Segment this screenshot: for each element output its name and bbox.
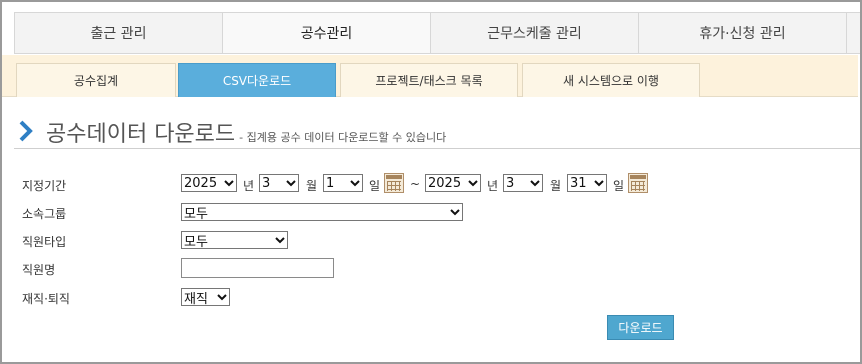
chevron-down-icon <box>275 237 285 244</box>
subtab-migrate[interactable]: 새 시스템으로 이행 <box>522 63 700 97</box>
month-unit: 월 <box>550 179 562 193</box>
tab-label: 공수관리 <box>300 26 353 42</box>
calendar-icon[interactable] <box>384 173 404 193</box>
download-button-label: 다운로드 <box>618 321 663 335</box>
subtab-label: CSV다운로드 <box>222 74 292 88</box>
chevron-down-icon <box>224 180 234 187</box>
tab-workload[interactable]: 공수관리 <box>222 13 430 53</box>
page-title: 공수데이터 다운로드 <box>46 122 236 147</box>
subtab-summary[interactable]: 공수집계 <box>16 63 176 97</box>
name-label: 직원명 <box>22 263 56 277</box>
tab-leave[interactable]: 휴가·신청 관리 <box>638 13 846 53</box>
day-unit: 일 <box>613 179 625 193</box>
calendar-icon[interactable] <box>628 173 648 193</box>
chevron-down-icon <box>217 294 227 301</box>
type-label: 직원타입 <box>22 235 67 249</box>
page-title-row: 공수데이터 다운로드 - 집계용 공수 데이터 다운로드할 수 있습니다 <box>18 116 447 147</box>
subtab-project-list[interactable]: 프로젝트/태스크 목록 <box>340 63 518 97</box>
tab-schedule[interactable]: 근무스케줄 관리 <box>430 13 638 53</box>
tab-filler <box>846 13 860 53</box>
end-month-select[interactable]: 3 <box>503 174 543 192</box>
group-label: 소속그룹 <box>22 207 67 221</box>
chevron-down-icon <box>594 180 604 187</box>
chevron-down-icon <box>450 209 460 216</box>
subtab-label: 공수집계 <box>73 74 119 88</box>
chevron-down-icon <box>286 180 296 187</box>
page-subtitle: - 집계용 공수 데이터 다운로드할 수 있습니다 <box>239 131 447 144</box>
status-select[interactable]: 재직 <box>181 288 230 307</box>
start-year-select[interactable]: 2025 <box>181 174 237 192</box>
range-separator: ~ <box>410 177 421 191</box>
start-day-select[interactable]: 1 <box>323 174 363 192</box>
top-tab-bar: 출근 관리 공수관리 근무스케줄 관리 휴가·신청 관리 <box>14 12 860 54</box>
select-value: 모두 <box>184 234 208 250</box>
select-value: 2025 <box>428 175 462 191</box>
subtab-csv-download[interactable]: CSV다운로드 <box>178 63 336 97</box>
chevron-right-icon <box>19 120 33 142</box>
employee-name-input[interactable] <box>181 258 334 278</box>
select-value: 1 <box>326 175 335 191</box>
tab-attendance[interactable]: 출근 관리 <box>14 13 222 53</box>
subtab-label: 새 시스템으로 이행 <box>563 74 659 88</box>
select-value: 31 <box>570 175 587 191</box>
end-day-select[interactable]: 31 <box>567 174 607 192</box>
select-value: 3 <box>262 175 271 191</box>
month-unit: 월 <box>306 179 318 193</box>
start-month-select[interactable]: 3 <box>259 174 299 192</box>
year-unit: 년 <box>243 179 255 193</box>
title-divider <box>14 148 860 149</box>
group-select[interactable]: 모두 <box>181 203 463 222</box>
tab-label: 근무스케줄 관리 <box>487 26 582 42</box>
select-value: 2025 <box>184 175 218 191</box>
end-year-select[interactable]: 2025 <box>425 174 481 192</box>
select-value: 모두 <box>184 206 208 222</box>
type-select[interactable]: 모두 <box>181 231 288 250</box>
sub-tab-bar: 공수집계 CSV다운로드 프로젝트/태스크 목록 새 시스템으로 이행 <box>2 55 858 97</box>
status-label: 재직·퇴직 <box>22 292 70 306</box>
subtab-label: 프로젝트/태스크 목록 <box>375 74 483 88</box>
chevron-down-icon <box>350 180 360 187</box>
tab-label: 휴가·신청 관리 <box>699 26 786 42</box>
select-value: 3 <box>506 175 515 191</box>
chevron-down-icon <box>468 180 478 187</box>
year-unit: 년 <box>487 179 499 193</box>
day-unit: 일 <box>369 179 381 193</box>
period-label: 지정기간 <box>22 179 67 193</box>
chevron-down-icon <box>530 180 540 187</box>
tab-label: 출근 관리 <box>90 26 147 42</box>
download-button[interactable]: 다운로드 <box>607 315 674 340</box>
select-value: 재직 <box>184 291 208 307</box>
